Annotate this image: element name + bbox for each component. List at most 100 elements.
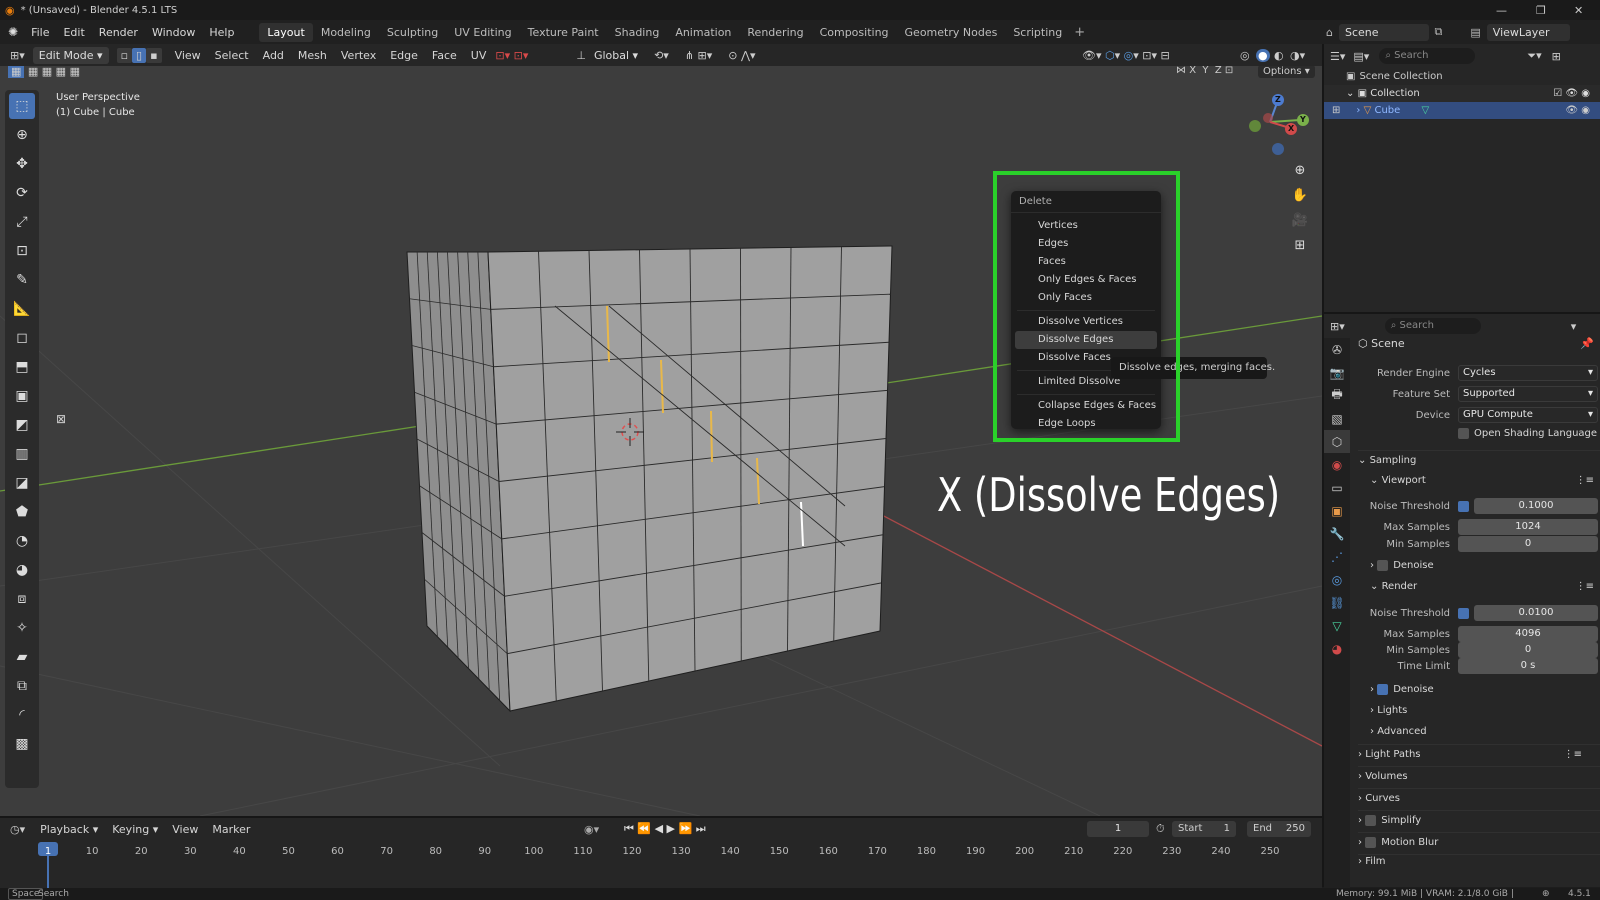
object-tab-icon[interactable]: ▣	[1324, 499, 1350, 522]
select-box-modes[interactable]: ▦ ▦ ▦ ▦ ▦	[8, 66, 80, 78]
pivot-icon[interactable]: ⟲▾	[654, 49, 669, 62]
scene-tab-icon[interactable]: ⬡	[1324, 430, 1350, 453]
r-noise-threshold-field[interactable]: 0.0100	[1474, 605, 1598, 621]
select-tool-icon[interactable]: ⬚	[9, 93, 35, 119]
tool-tab-icon[interactable]: ✇	[1324, 338, 1350, 361]
time-limit-field[interactable]: 0 s	[1458, 658, 1598, 674]
collapse-arrow-icon[interactable]: ⌄	[1346, 88, 1354, 99]
mirror-axes[interactable]: ⋈ X Y Z ⊡	[1176, 66, 1233, 76]
poly-build-tool-icon[interactable]: ⬟	[9, 499, 35, 525]
measure-tool-icon[interactable]: 📐	[9, 296, 35, 322]
shading-rendered-icon[interactable]: ◑▾	[1290, 49, 1305, 62]
menu-vertex[interactable]: Vertex	[334, 49, 383, 62]
pin-icon[interactable]: 📌	[1580, 334, 1594, 354]
advanced-subsection[interactable]: › Advanced	[1370, 722, 1600, 742]
properties-menu-icon[interactable]: ▾	[1571, 320, 1577, 333]
viewport-subsection[interactable]: ⌄ Viewport ⋮≡	[1370, 471, 1600, 491]
editor-type-icon[interactable]: ⊞▾	[10, 49, 25, 62]
tab-sculpting[interactable]: Sculpting	[379, 23, 446, 42]
world-tab-icon[interactable]: ◉	[1324, 453, 1350, 476]
device-dropdown[interactable]: GPU Compute ▾	[1458, 407, 1598, 423]
r-denoise-subsection[interactable]: › Denoise	[1370, 680, 1600, 700]
outliner-row-collection[interactable]: ⌄ ▣ Collection ☑ 👁 ◉	[1324, 85, 1600, 102]
timeline-ruler[interactable]: 1 10 20 30 40 50 60 70 80 90 100 110 120 130 140 150 160…	[0, 818, 1322, 890]
tab-rendering[interactable]: Rendering	[739, 23, 811, 42]
light-paths-presets-icon[interactable]: ⋮≡	[1564, 745, 1582, 765]
output-tab-icon[interactable]: 🖶	[1324, 384, 1350, 407]
texture-tool-icon[interactable]: ▩	[9, 731, 35, 757]
data-tab-icon[interactable]: ▽	[1324, 614, 1350, 637]
lights-subsection[interactable]: › Lights	[1370, 701, 1600, 721]
menu-render[interactable]: Render	[92, 26, 145, 39]
render-engine-dropdown[interactable]: Cycles ▾	[1458, 365, 1598, 381]
tab-shading[interactable]: Shading	[607, 23, 668, 42]
tab-geometry-nodes[interactable]: Geometry Nodes	[897, 23, 1006, 42]
vp-min-samples-field[interactable]: 0	[1458, 536, 1598, 552]
shear-tool-icon[interactable]: ▰	[9, 644, 35, 670]
maximize-button[interactable]: ❐	[1536, 4, 1546, 17]
extrude-tool-icon[interactable]: ⬒	[9, 354, 35, 380]
edge-slide-tool-icon[interactable]: ⧈	[9, 586, 35, 612]
cube-visibility-icons[interactable]: 👁 ◉	[1565, 102, 1590, 119]
inset-tool-icon[interactable]: ▣	[9, 383, 35, 409]
menu-uv[interactable]: UV	[464, 49, 494, 62]
camera-view-icon[interactable]: 🎥	[1289, 208, 1311, 233]
add-cube-tool-icon[interactable]: ◻	[9, 325, 35, 351]
curve-tool-icon[interactable]: ◜	[9, 702, 35, 728]
particles-tab-icon[interactable]: ⋰	[1324, 545, 1350, 568]
zoom-icon[interactable]: ⊕	[1289, 158, 1311, 183]
properties-editor-icon[interactable]: ⊞▾	[1330, 320, 1345, 333]
osl-row[interactable]: Open Shading Language	[1458, 424, 1600, 444]
r-max-samples-field[interactable]: 4096	[1458, 626, 1598, 642]
film-section[interactable]: › Film	[1358, 854, 1600, 868]
view-layer-tab-icon[interactable]: ▧	[1324, 407, 1350, 430]
scene-selector[interactable]: Scene	[1338, 23, 1429, 41]
menu-add[interactable]: Add	[256, 49, 291, 62]
select-mode-vertex-icon[interactable]: ▫	[116, 47, 133, 63]
orientation-icon[interactable]: ⊥	[576, 49, 586, 62]
menu-mesh[interactable]: Mesh	[291, 49, 334, 62]
r-denoise-checkbox[interactable]	[1377, 683, 1389, 695]
modifier-tab-icon[interactable]: 🔧	[1324, 522, 1350, 545]
viewlayer-icon[interactable]: ▤	[1470, 26, 1480, 39]
render-presets-icon[interactable]: ⋮≡	[1576, 577, 1594, 597]
outliner-row-scene-collection[interactable]: ▣ Scene Collection	[1324, 68, 1600, 85]
menu-window[interactable]: Window	[145, 26, 202, 39]
r-noise-threshold-checkbox[interactable]	[1458, 607, 1469, 619]
vp-max-samples-field[interactable]: 1024	[1458, 519, 1598, 535]
uv-sync-icon[interactable]: ⊡▾ ⊡▾	[495, 49, 528, 62]
cursor-tool-icon[interactable]: ⊕	[9, 122, 35, 148]
properties-search-field[interactable]: ⌕ Search	[1384, 318, 1481, 334]
viewlayer-selector[interactable]: ViewLayer	[1486, 23, 1570, 41]
tab-modeling[interactable]: Modeling	[313, 23, 379, 42]
add-workspace-icon[interactable]: +	[1074, 25, 1085, 40]
outliner-editor-icon[interactable]: ☰▾	[1330, 50, 1345, 63]
shading-wireframe-icon[interactable]: ◎	[1240, 49, 1250, 62]
physics-tab-icon[interactable]: ◎	[1324, 568, 1350, 591]
render-tab-icon[interactable]: 📷	[1324, 361, 1350, 384]
mirror-y[interactable]: Y	[1202, 66, 1208, 76]
spin-tool-icon[interactable]: ◔	[9, 528, 35, 554]
simplify-section[interactable]: › Simplify	[1358, 810, 1600, 830]
move-tool-icon[interactable]: ✥	[9, 151, 35, 177]
snap-icon[interactable]: ⋔ ⊞▾	[685, 49, 712, 62]
vp-denoise-checkbox[interactable]	[1377, 559, 1389, 571]
scale-tool-icon[interactable]: ⤢	[9, 209, 35, 235]
collection-visibility-icons[interactable]: ☑ 👁 ◉	[1553, 85, 1590, 102]
osl-checkbox[interactable]	[1458, 427, 1469, 439]
collection-tab-icon[interactable]: ▭	[1324, 476, 1350, 499]
bevel-tool-icon[interactable]: ◩	[9, 412, 35, 438]
minimize-button[interactable]: —	[1496, 4, 1507, 17]
rotate-tool-icon[interactable]: ⟳	[9, 180, 35, 206]
new-collection-icon[interactable]: ⊞	[1552, 50, 1561, 63]
render-subsection[interactable]: ⌄ Render ⋮≡	[1370, 577, 1600, 597]
outliner-row-cube[interactable]: ⊞ › ▽ Cube ▽ 👁 ◉	[1324, 102, 1600, 119]
pan-hand-icon[interactable]: ✋	[1289, 183, 1311, 208]
orientation-selector[interactable]: Global ▾	[588, 47, 644, 64]
r-min-samples-field[interactable]: 0	[1458, 642, 1598, 658]
tab-texture-paint[interactable]: Texture Paint	[520, 23, 607, 42]
feature-set-dropdown[interactable]: Supported ▾	[1458, 386, 1598, 402]
select-mode-edge-icon[interactable]: ▯	[132, 47, 147, 63]
tab-animation[interactable]: Animation	[667, 23, 739, 42]
tab-uv-editing[interactable]: UV Editing	[446, 23, 519, 42]
